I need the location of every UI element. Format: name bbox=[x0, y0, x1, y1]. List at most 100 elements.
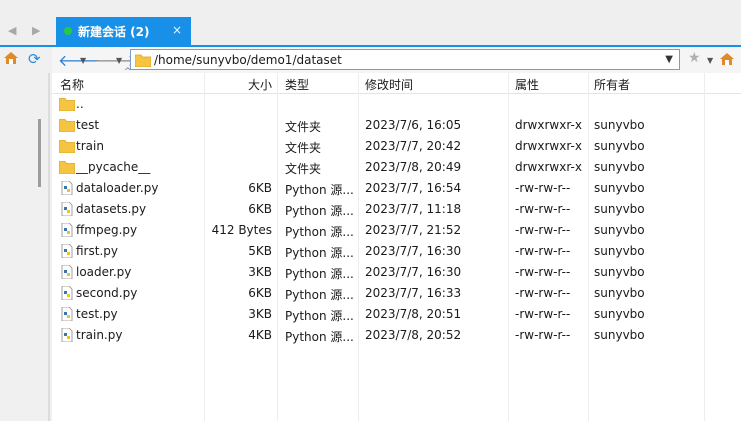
session-tab-title: 新建会话 (2) bbox=[78, 25, 150, 39]
file-row[interactable]: train 文件夹 2023/7/7, 20:42 drwxrwxr-x sunyvbo bbox=[52, 136, 741, 157]
pane-divider bbox=[48, 73, 50, 421]
file-modified: 2023/7/6, 16:05 bbox=[365, 118, 462, 132]
left-pane: ⟳ bbox=[0, 47, 52, 421]
column-header-name[interactable]: 名称 bbox=[60, 76, 84, 93]
tab-scroll-arrows[interactable]: ◀ ▶ bbox=[8, 24, 46, 37]
file-name: ffmpeg.py bbox=[76, 223, 138, 237]
file-type: Python 源... bbox=[285, 267, 354, 281]
file-row[interactable]: train.py 4KB Python 源... 2023/7/8, 20:52 -rw… bbox=[52, 325, 741, 346]
file-modified: 2023/7/7, 16:33 bbox=[365, 286, 462, 300]
python-file-icon bbox=[61, 244, 73, 258]
file-row[interactable]: ffmpeg.py 412 Bytes Python 源... 2023/7/7, 2… bbox=[52, 220, 741, 241]
column-header-type[interactable]: 类型 bbox=[285, 76, 309, 93]
file-size: 3KB bbox=[248, 307, 272, 321]
file-size: 5KB bbox=[248, 244, 272, 258]
folder-icon bbox=[59, 161, 75, 174]
column-header-row: ^ 名称 大小 类型 修改时间 属性 所有者 bbox=[52, 67, 741, 94]
file-row[interactable]: datasets.py 6KB Python 源... 2023/7/7, 11:18… bbox=[52, 199, 741, 220]
bookmark-star-icon[interactable]: ★ bbox=[688, 50, 701, 66]
file-owner: sunyvbo bbox=[594, 181, 645, 195]
file-name: .. bbox=[76, 97, 84, 111]
file-permissions: -rw-rw-r-- bbox=[515, 307, 571, 321]
file-row[interactable]: test.py 3KB Python 源... 2023/7/8, 20:51 -rw-… bbox=[52, 304, 741, 325]
python-file-icon bbox=[61, 328, 73, 342]
folder-icon bbox=[135, 54, 151, 67]
column-header-size[interactable]: 大小 bbox=[248, 76, 272, 93]
file-permissions: -rw-rw-r-- bbox=[515, 202, 571, 216]
python-file-icon bbox=[61, 286, 73, 300]
file-permissions: -rw-rw-r-- bbox=[515, 223, 571, 237]
left-scrollbar[interactable] bbox=[32, 73, 46, 421]
path-input[interactable]: /home/sunyvbo/demo1/dataset ▼ bbox=[130, 49, 680, 70]
column-header-modified[interactable]: 修改时间 bbox=[365, 76, 413, 93]
file-type: Python 源... bbox=[285, 288, 354, 302]
file-type: Python 源... bbox=[285, 246, 354, 260]
file-row[interactable]: dataloader.py 6KB Python 源... 2023/7/7, 16:… bbox=[52, 178, 741, 199]
file-name: train.py bbox=[76, 328, 123, 342]
column-header-permissions[interactable]: 属性 bbox=[515, 76, 539, 93]
address-toolbar: 🡐 ▼ 🡒 ▼ /home/sunyvbo/demo1/dataset ▼ ★ … bbox=[52, 47, 741, 73]
folder-icon bbox=[59, 119, 75, 132]
home-icon[interactable] bbox=[4, 52, 18, 64]
python-file-icon bbox=[61, 307, 73, 321]
connection-status-icon bbox=[64, 27, 72, 35]
file-owner: sunyvbo bbox=[594, 286, 645, 300]
file-type: Python 源... bbox=[285, 204, 354, 218]
folder-icon bbox=[59, 140, 75, 153]
file-modified: 2023/7/7, 16:30 bbox=[365, 265, 462, 279]
back-history-dropdown-icon[interactable]: ▼ bbox=[80, 56, 86, 65]
folder-icon bbox=[59, 98, 75, 111]
file-name: first.py bbox=[76, 244, 118, 258]
python-file-icon bbox=[61, 202, 73, 216]
chevron-down-icon[interactable]: ▼ bbox=[665, 54, 673, 65]
session-tab[interactable]: 新建会话 (2) × bbox=[56, 17, 191, 46]
left-scrollbar-thumb[interactable] bbox=[38, 119, 41, 187]
file-size: 6KB bbox=[248, 286, 272, 300]
file-permissions: drwxrwxr-x bbox=[515, 118, 582, 132]
current-path: /home/sunyvbo/demo1/dataset bbox=[154, 53, 342, 67]
file-permissions: -rw-rw-r-- bbox=[515, 244, 571, 258]
file-size: 3KB bbox=[248, 265, 272, 279]
tab-strip: ◀ ▶ 新建会话 (2) × bbox=[0, 0, 741, 46]
sort-ascending-icon: ^ bbox=[124, 67, 132, 77]
file-modified: 2023/7/7, 11:18 bbox=[365, 202, 462, 216]
home-icon[interactable] bbox=[720, 53, 734, 65]
file-modified: 2023/7/7, 21:52 bbox=[365, 223, 462, 237]
file-owner: sunyvbo bbox=[594, 118, 645, 132]
file-row[interactable]: test 文件夹 2023/7/6, 16:05 drwxrwxr-x sunyvbo bbox=[52, 115, 741, 136]
file-row[interactable]: __pycache__ 文件夹 2023/7/8, 20:49 drwxrwxr-x s… bbox=[52, 157, 741, 178]
refresh-icon[interactable]: ⟳ bbox=[28, 50, 41, 68]
bookmark-dropdown-icon[interactable]: ▼ bbox=[707, 56, 713, 65]
file-owner: sunyvbo bbox=[594, 265, 645, 279]
close-tab-icon[interactable]: × bbox=[172, 23, 182, 37]
file-modified: 2023/7/8, 20:52 bbox=[365, 328, 462, 342]
file-name: dataloader.py bbox=[76, 181, 159, 195]
file-row[interactable]: loader.py 3KB Python 源... 2023/7/7, 16:30 -r… bbox=[52, 262, 741, 283]
file-owner: sunyvbo bbox=[594, 160, 645, 174]
file-row[interactable]: .. bbox=[52, 94, 741, 115]
file-type: 文件夹 bbox=[285, 120, 322, 134]
python-file-icon bbox=[61, 265, 73, 279]
file-type: Python 源... bbox=[285, 183, 354, 197]
file-name: train bbox=[76, 139, 104, 153]
file-permissions: -rw-rw-r-- bbox=[515, 328, 571, 342]
file-modified: 2023/7/8, 20:49 bbox=[365, 160, 462, 174]
file-name: loader.py bbox=[76, 265, 132, 279]
file-modified: 2023/7/7, 16:30 bbox=[365, 244, 462, 258]
file-permissions: -rw-rw-r-- bbox=[515, 286, 571, 300]
python-file-icon bbox=[61, 223, 73, 237]
file-owner: sunyvbo bbox=[594, 139, 645, 153]
file-size: 412 Bytes bbox=[211, 223, 272, 237]
file-list[interactable]: ^ 名称 大小 类型 修改时间 属性 所有者 .. test 文件夹 2023/7/6… bbox=[52, 67, 741, 421]
column-header-owner[interactable]: 所有者 bbox=[594, 76, 630, 93]
file-row[interactable]: second.py 6KB Python 源... 2023/7/7, 16:33 -r… bbox=[52, 283, 741, 304]
file-name: test bbox=[76, 118, 100, 132]
file-permissions: drwxrwxr-x bbox=[515, 160, 582, 174]
file-name: datasets.py bbox=[76, 202, 147, 216]
forward-history-dropdown-icon[interactable]: ▼ bbox=[116, 56, 122, 65]
file-name: second.py bbox=[76, 286, 138, 300]
file-owner: sunyvbo bbox=[594, 202, 645, 216]
file-row[interactable]: first.py 5KB Python 源... 2023/7/7, 16:30 -rw… bbox=[52, 241, 741, 262]
file-permissions: drwxrwxr-x bbox=[515, 139, 582, 153]
file-type: Python 源... bbox=[285, 225, 354, 239]
